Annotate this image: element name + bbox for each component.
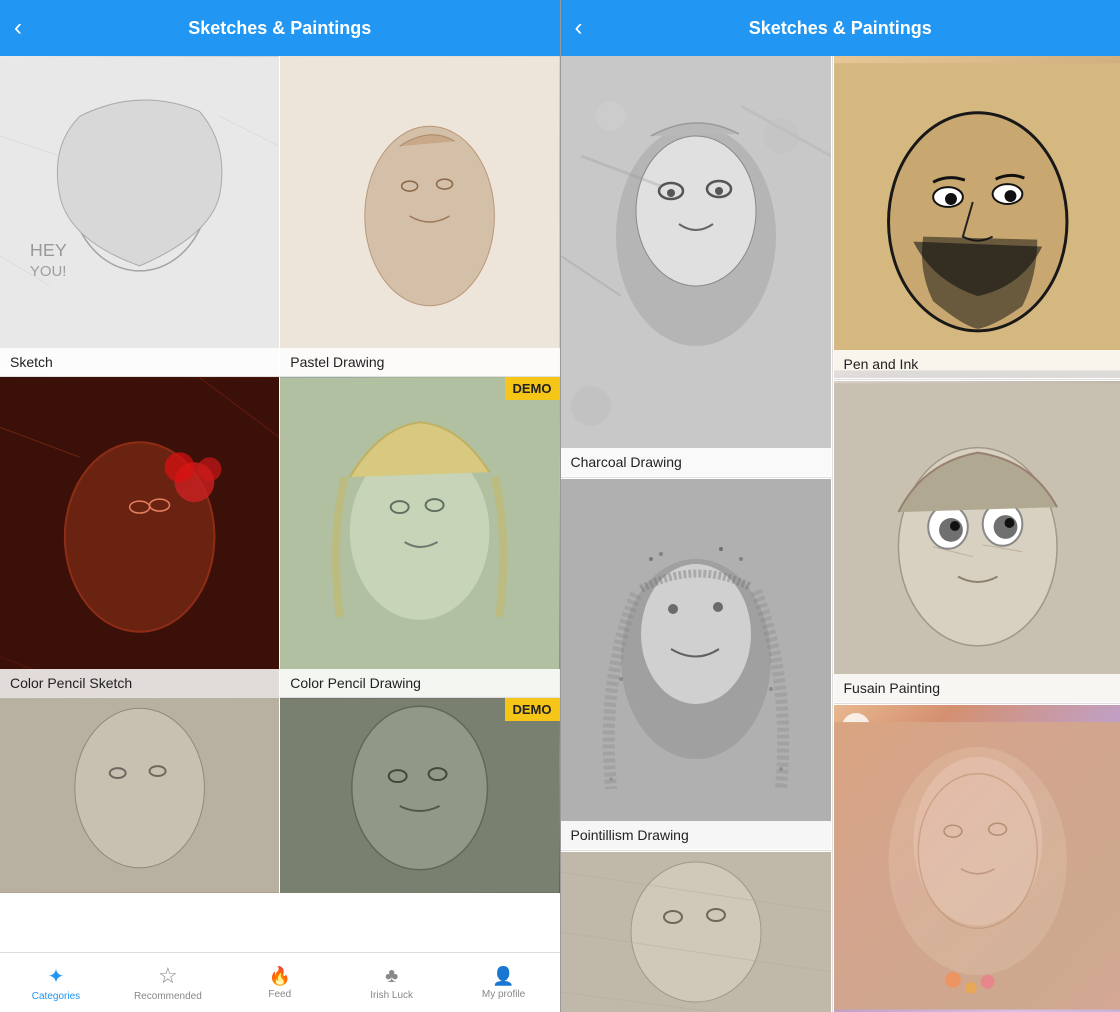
list-item[interactable]: DEMO Color Pencil Drawing bbox=[280, 377, 559, 697]
item-label-fusain: Fusain Painting bbox=[834, 674, 1120, 702]
left-grid: HEY YOU! Sketch bbox=[0, 56, 560, 893]
categories-icon: ✦ bbox=[48, 964, 65, 989]
right-side-column: Pen and Ink bbox=[834, 56, 1120, 1012]
list-item[interactable]: ↻ bbox=[834, 705, 1120, 1012]
item-label-charcoal: Charcoal Drawing bbox=[561, 448, 831, 476]
recommended-tab-label: Recommended bbox=[134, 991, 202, 1002]
left-row-1: HEY YOU! Sketch bbox=[0, 56, 560, 376]
recommended-icon: ☆ bbox=[158, 963, 178, 989]
tab-categories[interactable]: ✦ Categories bbox=[0, 953, 112, 1012]
left-header-title: Sketches & Paintings bbox=[188, 18, 371, 39]
list-item[interactable]: Fusain Painting bbox=[834, 381, 1120, 703]
left-back-button[interactable]: ‹ bbox=[14, 14, 22, 42]
list-item[interactable]: DEMO bbox=[280, 698, 559, 893]
right-header: ‹ Sketches & Paintings bbox=[561, 0, 1120, 56]
list-item[interactable]: Pen and Ink bbox=[834, 56, 1120, 378]
feed-icon: 🔥 bbox=[269, 966, 291, 987]
demo-badge: DEMO bbox=[505, 377, 560, 400]
left-row-2: Color Pencil Sketch DEMO bbox=[0, 377, 560, 697]
categories-tab-label: Categories bbox=[32, 991, 80, 1002]
right-back-button[interactable]: ‹ bbox=[575, 14, 583, 42]
left-panel: ‹ Sketches & Paintings HEY YOU! bbox=[0, 0, 560, 1012]
item-label-pointillism: Pointillism Drawing bbox=[561, 821, 831, 849]
svg-text:HEY: HEY bbox=[30, 240, 67, 260]
item-label-pastel: Pastel Drawing bbox=[280, 348, 559, 376]
irish-luck-tab-label: Irish Luck bbox=[370, 990, 413, 1001]
tab-irish-luck[interactable]: ♣ Irish Luck bbox=[336, 953, 448, 1012]
item-label-cpencil: Color Pencil Drawing bbox=[280, 669, 559, 697]
item-label-sketch: Sketch bbox=[0, 348, 279, 376]
list-item[interactable]: Color Pencil Sketch bbox=[0, 377, 279, 697]
left-scroll-area: HEY YOU! Sketch bbox=[0, 56, 560, 952]
demo-badge: DEMO bbox=[505, 698, 560, 721]
left-header: ‹ Sketches & Paintings bbox=[0, 0, 560, 56]
tab-my-profile[interactable]: 👤 My profile bbox=[448, 953, 560, 1012]
feed-tab-label: Feed bbox=[268, 989, 291, 1000]
item-label-colorsketch: Color Pencil Sketch bbox=[0, 669, 279, 697]
right-content: Charcoal Drawing bbox=[561, 56, 1120, 1012]
irish-luck-icon: ♣ bbox=[385, 965, 398, 988]
list-item[interactable]: Pastel Drawing bbox=[280, 56, 559, 376]
right-panel: ‹ Sketches & Paintings bbox=[561, 0, 1120, 1012]
list-item[interactable]: HEY YOU! Sketch bbox=[0, 56, 279, 376]
item-label-penink: Pen and Ink bbox=[834, 350, 1120, 378]
right-main-column: Charcoal Drawing bbox=[561, 56, 831, 1012]
tab-feed[interactable]: 🔥 Feed bbox=[224, 953, 336, 1012]
profile-icon: 👤 bbox=[492, 966, 514, 987]
left-tab-bar: ✦ Categories ☆ Recommended 🔥 Feed ♣ Iris… bbox=[0, 952, 560, 1012]
list-item[interactable] bbox=[0, 698, 279, 893]
list-item[interactable] bbox=[561, 852, 831, 1012]
left-row-3: DEMO bbox=[0, 698, 560, 893]
right-scroll-area: Charcoal Drawing bbox=[561, 56, 1120, 1012]
tab-recommended[interactable]: ☆ Recommended bbox=[112, 953, 224, 1012]
list-item[interactable]: Charcoal Drawing bbox=[561, 56, 831, 476]
profile-tab-label: My profile bbox=[482, 989, 525, 1000]
right-header-title: Sketches & Paintings bbox=[749, 18, 932, 39]
list-item[interactable]: Pointillism Drawing bbox=[561, 479, 831, 849]
